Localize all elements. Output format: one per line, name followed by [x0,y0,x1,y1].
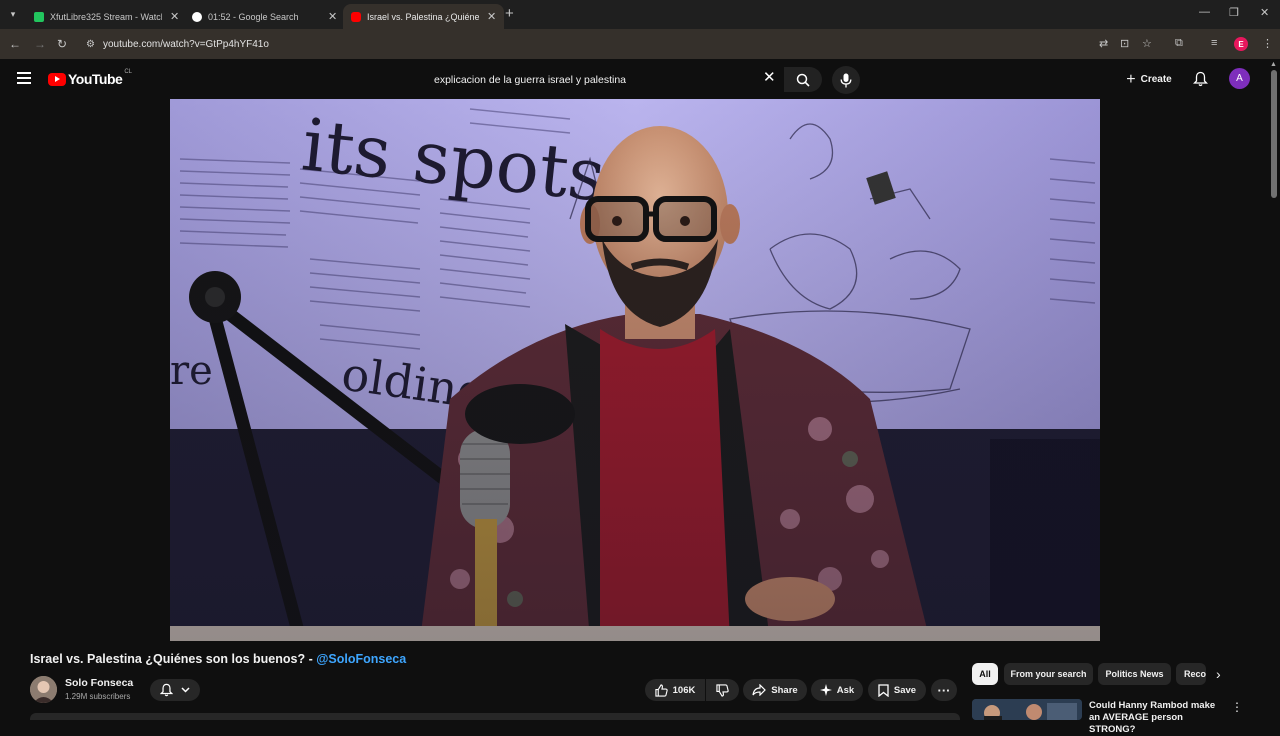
browser-tab-bar: ▾ XfutLibre325 Stream - Watch Li ✕ 01:52… [0,0,1280,29]
channel-avatar-image [30,676,57,703]
country-code: CL [124,69,132,75]
youtube-wordmark: YouTube [68,71,123,87]
site-info-icon[interactable]: ⚙ [86,39,95,50]
browser-profile-avatar[interactable]: E [1234,37,1248,51]
tab-search-icon[interactable]: ▾ [5,6,21,22]
browser-menu-icon[interactable]: ⋮ [1262,37,1273,50]
channel-handle-link[interactable]: @SoloFonseca [316,652,406,666]
youtube-header: YouTube CL explicacion de la guerra isra… [0,59,1280,99]
create-label: Create [1140,74,1172,85]
more-horizontal-icon: ··· [937,682,951,698]
forward-icon[interactable]: → [34,37,46,51]
install-app-icon[interactable]: ⊡ [1120,37,1129,50]
clear-search-icon[interactable]: ✕ [763,70,776,85]
google-favicon-icon [192,11,202,22]
tab-youtube-video[interactable]: Israel vs. Palestina ¿Quiénes so ✕ [343,4,505,29]
tab-title: XfutLibre325 Stream - Watch Li [50,11,162,22]
search-query-text: explicacion de la guerra israel y palest… [434,73,627,86]
page-scrollbar[interactable] [1271,70,1277,198]
thumbnail-image [972,699,1082,720]
thumbs-up-icon [655,683,668,697]
search-input[interactable]: explicacion de la guerra israel y palest… [424,67,784,92]
extensions-icon[interactable]: ⧉ [1175,37,1183,50]
chip-politics-news[interactable]: Politics News [1098,663,1171,685]
url-field[interactable]: ⚙ youtube.com/watch?v=GtPp4hYF41o [80,33,1090,55]
tab-title: 01:52 - Google Search [208,11,299,22]
chevron-down-icon [181,687,190,693]
microphone-icon [840,73,852,87]
sparkle-icon [819,684,832,696]
more-vertical-icon[interactable]: ⋮ [1231,700,1243,714]
ask-button[interactable]: Ask [811,679,863,701]
url-text: youtube.com/watch?v=GtPp4hYF41o [102,38,269,50]
recommended-video-thumbnail[interactable] [972,699,1082,720]
reload-icon[interactable]: ↻ [57,37,67,51]
close-tab-icon[interactable]: ✕ [328,10,337,23]
guide-menu-icon[interactable] [17,72,31,84]
like-count: 106K [672,684,696,696]
new-tab-button[interactable]: + [505,5,514,22]
translate-icon[interactable]: ⇄ [1099,37,1108,50]
close-tab-icon[interactable]: ✕ [170,10,179,23]
description-box[interactable] [30,713,960,720]
search-icon [796,73,810,87]
subscriber-count: 1.29M subscribers [65,692,131,701]
scroll-up-arrow-icon[interactable]: ▲ [1270,61,1277,68]
close-tab-icon[interactable]: ✕ [487,10,496,23]
tab-google-search[interactable]: 01:52 - Google Search ✕ [184,4,345,29]
tab-title: Israel vs. Palestina ¿Quiénes so [367,11,479,22]
bookmark-star-icon[interactable]: ☆ [1142,37,1152,50]
address-toolbar: ← → ↻ ⚙ youtube.com/watch?v=GtPp4hYF41o … [0,29,1280,59]
youtube-favicon-icon [351,11,361,22]
chip-recently-uploaded[interactable]: Reco [1176,663,1206,685]
video-title-text: Israel vs. Palestina ¿Quiénes son los bu… [30,652,317,666]
video-player[interactable]: its spots olding featu re [170,99,1100,641]
channel-avatar[interactable] [30,676,57,703]
share-label: Share [771,684,798,696]
chip-from-your-search[interactable]: From your search [1004,663,1093,685]
share-arrow-icon [752,684,767,696]
youtube-play-icon [48,72,66,86]
youtube-logo[interactable]: YouTube CL [48,69,132,87]
search-button[interactable] [784,67,822,92]
channel-name[interactable]: Solo Fonseca [65,677,133,689]
more-actions-button[interactable]: ··· [931,679,957,701]
thumbs-down-icon [716,683,729,697]
xfutlibre-favicon-icon [34,11,44,22]
close-window-icon[interactable]: ✕ [1260,6,1269,19]
subscription-notifications-button[interactable] [150,679,200,701]
save-button[interactable]: Save [868,679,926,701]
chip-all[interactable]: All [972,663,998,685]
ask-label: Ask [836,684,855,696]
dislike-button[interactable] [706,679,739,701]
account-avatar[interactable]: A [1229,68,1250,89]
video-frame-illustration: its spots olding featu re [170,99,1100,641]
minimize-icon[interactable]: — [1199,6,1210,18]
media-control-icon[interactable]: ≡ [1211,37,1217,49]
back-icon[interactable]: ← [9,37,21,51]
plus-icon: + [1126,70,1136,88]
bell-icon [160,683,173,697]
like-button[interactable]: 106K [645,679,705,701]
restore-icon[interactable]: ❐ [1229,6,1239,19]
save-label: Save [893,684,917,696]
voice-search-button[interactable] [832,66,860,94]
share-button[interactable]: Share [743,679,807,701]
tab-xfutlibre[interactable]: XfutLibre325 Stream - Watch Li ✕ [26,4,187,29]
save-bookmark-icon [878,683,889,697]
video-title: Israel vs. Palestina ¿Quiénes son los bu… [30,652,406,666]
notifications-bell-icon[interactable] [1192,71,1209,92]
create-button[interactable]: + Create [1120,67,1178,92]
recommended-video-title[interactable]: Could Hanny Rambod make an AVERAGE perso… [1089,700,1224,736]
chevron-right-icon[interactable]: › [1216,666,1221,682]
